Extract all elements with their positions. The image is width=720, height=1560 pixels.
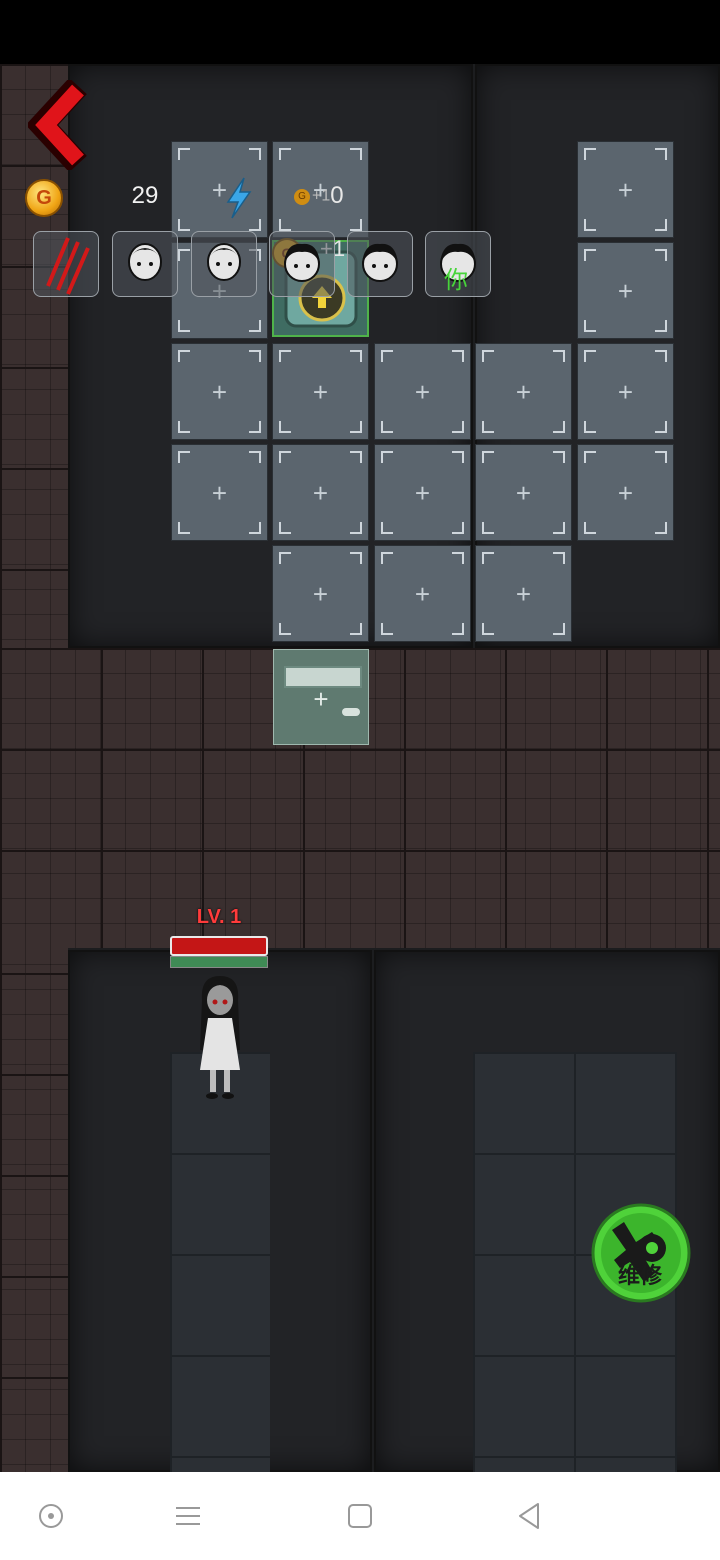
enemy-secondary-bar <box>170 956 268 968</box>
player-badge: 你 <box>444 266 468 294</box>
assistant-icon[interactable] <box>35 1500 67 1532</box>
door-handle-icon <box>342 708 360 716</box>
plus-icon: + <box>211 477 228 508</box>
income-plus: +1 <box>312 187 331 205</box>
plus-icon: + <box>312 578 329 609</box>
back-button[interactable] <box>28 80 94 170</box>
build-slot[interactable]: + <box>577 141 674 238</box>
portrait-human-1[interactable] <box>112 231 178 297</box>
back-nav-icon[interactable] <box>514 1500 546 1532</box>
plus-icon: + <box>515 477 532 508</box>
plus-icon: + <box>515 376 532 407</box>
face-icon <box>207 243 241 281</box>
enemy-level-label: LV. 1 <box>196 906 242 928</box>
plus-icon: + <box>414 477 431 508</box>
plus-icon: + <box>515 578 532 609</box>
build-slot[interactable]: + <box>171 343 268 440</box>
gold-count: 29 <box>131 182 159 209</box>
lightning-icon <box>226 177 252 219</box>
menu-icon[interactable] <box>172 1500 204 1532</box>
plus-icon: + <box>312 376 329 407</box>
plus-icon: + <box>414 578 431 609</box>
portrait-human-2[interactable] <box>191 231 257 297</box>
face-icon <box>362 243 398 282</box>
build-slot[interactable]: + <box>475 545 572 642</box>
build-slot[interactable]: + <box>475 444 572 541</box>
build-slot[interactable]: + <box>374 444 471 541</box>
plus-icon: + <box>617 376 634 407</box>
plus-icon: + <box>617 477 634 508</box>
plus-icon: + <box>312 477 329 508</box>
system-nav-bar <box>0 1472 720 1560</box>
face-icon <box>128 243 162 281</box>
repair-label[interactable]: 维修 <box>604 1258 676 1290</box>
build-slot[interactable]: + <box>374 343 471 440</box>
gold-coin-icon: G <box>25 179 63 217</box>
floor-corridor-left <box>170 1052 270 1472</box>
claw-marks-icon <box>46 237 90 295</box>
income-value: 0 <box>330 182 344 209</box>
build-slot[interactable]: + <box>374 545 471 642</box>
build-slot[interactable]: + <box>475 343 572 440</box>
build-slot[interactable]: + <box>577 444 674 541</box>
portrait-human-4[interactable] <box>347 231 413 297</box>
build-slot[interactable]: + <box>272 545 369 642</box>
portrait-player[interactable]: 你 <box>425 231 491 297</box>
build-slot[interactable]: + <box>171 444 268 541</box>
build-slot[interactable]: + <box>272 343 369 440</box>
gold-letter: G <box>36 186 52 209</box>
home-icon[interactable] <box>344 1500 376 1532</box>
mini-coin-icon: G <box>294 188 310 205</box>
income-display: G +10 <box>294 182 344 210</box>
build-slot[interactable]: + <box>577 343 674 440</box>
plus-icon: + <box>617 275 634 306</box>
plus-icon: + <box>414 376 431 407</box>
door[interactable]: + <box>273 649 369 745</box>
status-bar <box>0 0 720 64</box>
portrait-human-3[interactable] <box>269 231 335 297</box>
ghost-girl-sprite[interactable] <box>190 970 250 1110</box>
plus-icon: + <box>617 174 634 205</box>
build-slot[interactable]: + <box>577 242 674 339</box>
plus-icon: + <box>211 376 228 407</box>
portrait-ghost-claws[interactable] <box>33 231 99 297</box>
face-icon <box>284 243 320 282</box>
build-slot[interactable]: + <box>272 444 369 541</box>
enemy-health-bar <box>170 936 268 956</box>
